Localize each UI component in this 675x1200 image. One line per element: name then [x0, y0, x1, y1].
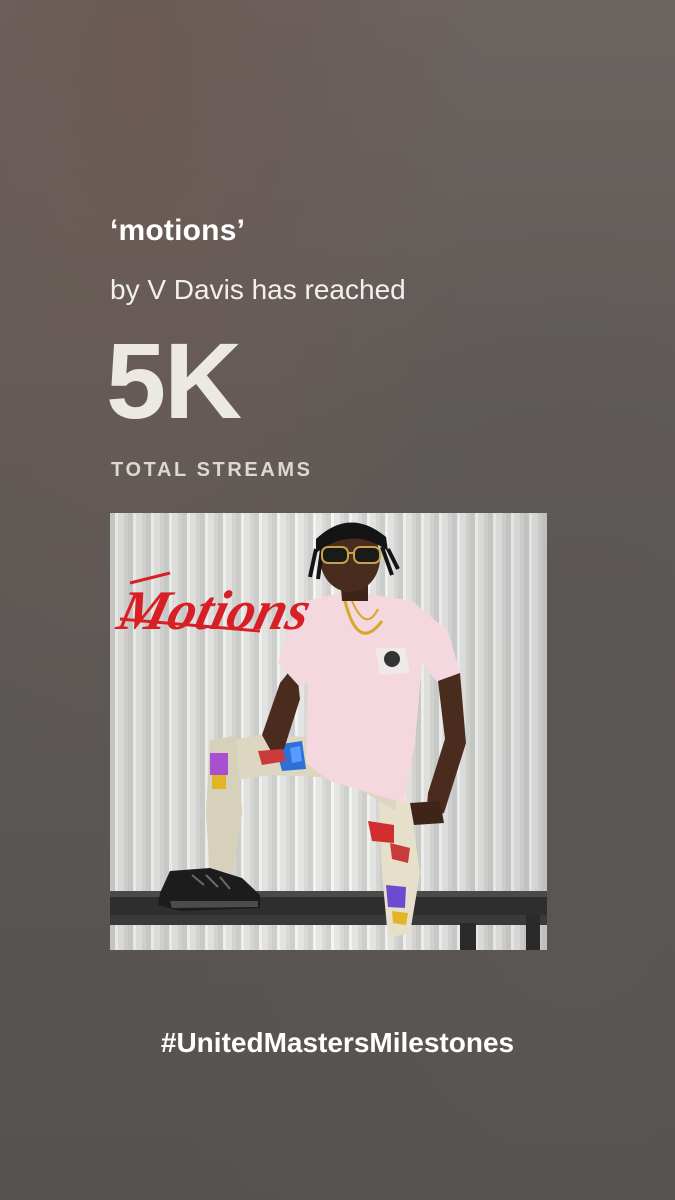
track-title: ‘motions’ — [110, 214, 246, 247]
stream-count-label: TOTAL STREAMS — [111, 459, 313, 481]
cover-title-motions: Motions — [111, 580, 317, 642]
stream-count: 5K — [106, 320, 242, 441]
milestone-card: ‘motions’ by V Davis has reached 5K TOTA… — [0, 0, 675, 1200]
album-cover: Motions — [110, 513, 547, 950]
artist-subtitle: by V Davis has reached — [110, 274, 406, 305]
svg-text:Motions: Motions — [111, 580, 317, 642]
milestone-hashtag: #UnitedMastersMilestones — [160, 1027, 515, 1058]
